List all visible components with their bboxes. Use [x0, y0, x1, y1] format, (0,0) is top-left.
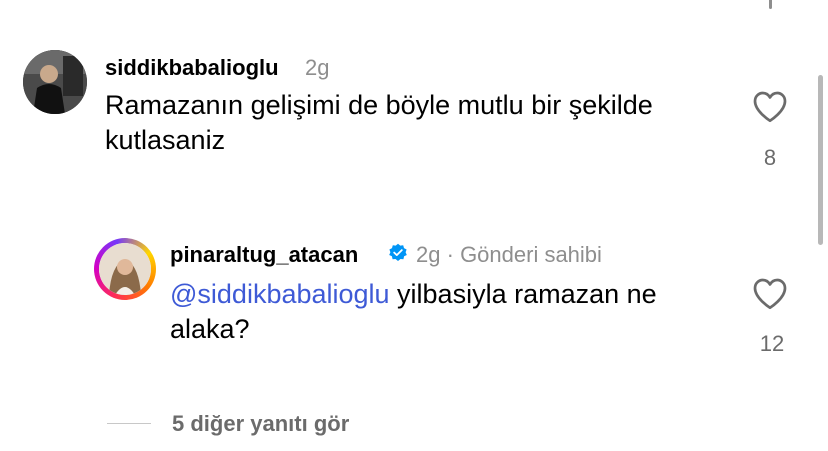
scrollbar-thumb[interactable] [818, 75, 823, 245]
reply-meta: 2g · Gönderi sahibi [416, 242, 602, 268]
like-button[interactable] [752, 90, 788, 123]
like-count: 12 [759, 331, 785, 356]
like-count: 8 [763, 145, 777, 170]
heart-outline-icon [753, 91, 787, 123]
avatar[interactable] [23, 50, 87, 114]
avatar-photo [99, 243, 151, 295]
verified-badge-icon [388, 243, 408, 263]
avatar-photo [23, 50, 87, 114]
comment-username[interactable]: siddikbabalioglu [105, 55, 279, 81]
reply-timestamp: 2g [416, 242, 441, 267]
avatar[interactable] [99, 243, 151, 295]
mention-link[interactable]: @siddikbabalioglu [170, 279, 390, 309]
author-tag: Gönderi sahibi [460, 242, 602, 267]
comment-text: Ramazanın gelişimi de böyle mutlu bir şe… [105, 90, 653, 155]
view-more-replies-button[interactable]: 5 diğer yanıtı gör [172, 411, 349, 437]
reply-text: @siddikbabalioglu yilbasiyla ramazan ne … [170, 277, 730, 347]
meta-separator: · [446, 242, 454, 267]
divider [107, 423, 151, 424]
like-button[interactable] [752, 277, 788, 310]
heart-outline-icon [753, 278, 787, 310]
scroll-tick [769, 0, 772, 9]
reply-username[interactable]: pinaraltug_atacan [170, 242, 358, 268]
comment-timestamp: 2g [305, 55, 330, 80]
